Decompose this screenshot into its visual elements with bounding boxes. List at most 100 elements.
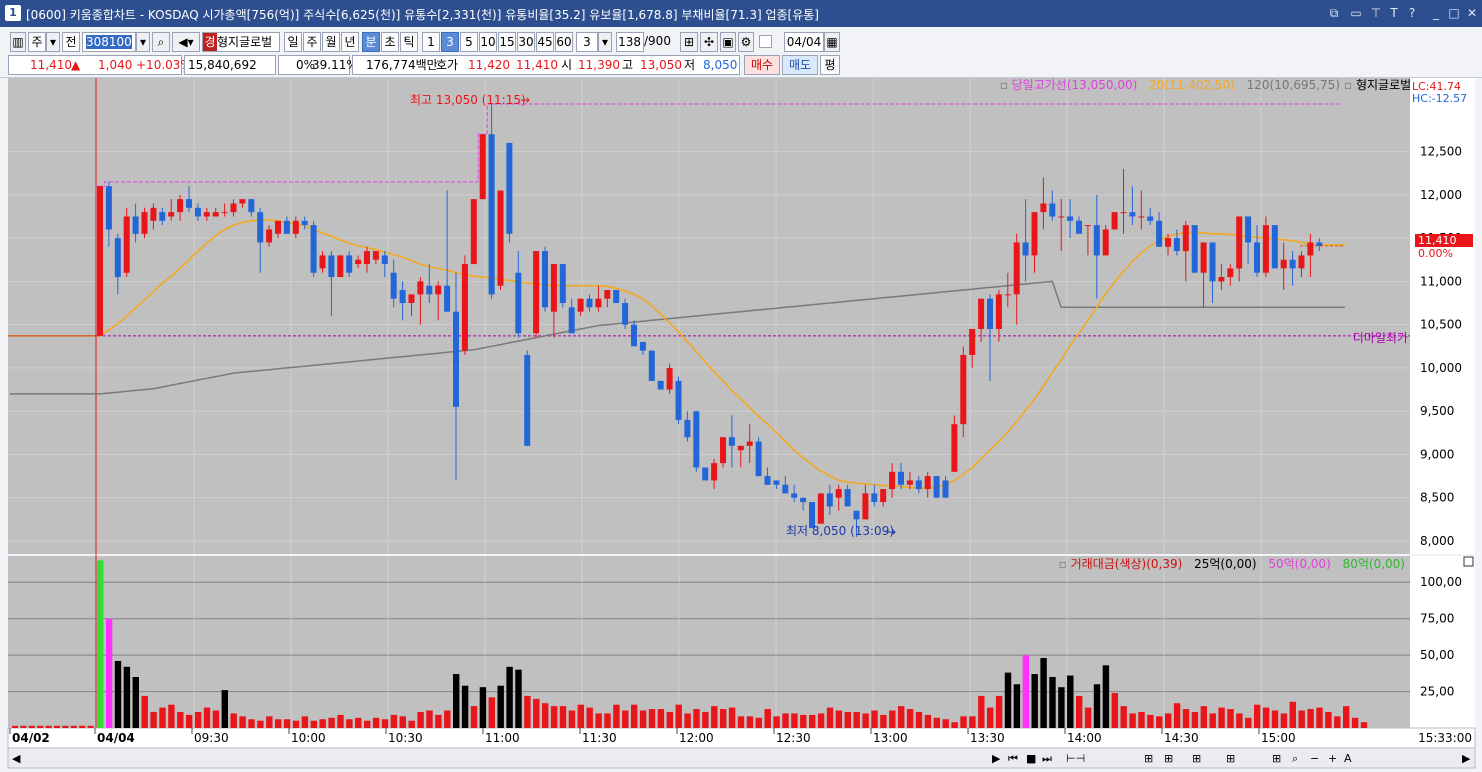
volume-bar [898, 706, 905, 728]
candle-body [1254, 242, 1260, 273]
chart-type-icon[interactable]: ⊞ [680, 32, 698, 52]
volume-bar [45, 725, 52, 728]
first-page-icon[interactable]: ⏮ [1008, 752, 1018, 765]
sell-button[interactable]: 매도 [782, 55, 818, 75]
copy-icon[interactable]: ▭ [1348, 5, 1364, 21]
buy-button[interactable]: 매수 [744, 55, 780, 75]
layout-3-icon[interactable]: ⊞ [1192, 752, 1201, 765]
date-checkbox[interactable] [759, 35, 772, 48]
candle-body [301, 220, 308, 226]
tab-second[interactable]: 초 [381, 32, 399, 52]
zoom-in-icon[interactable]: + [1328, 752, 1337, 765]
layout-1-icon[interactable]: ⊞ [1144, 752, 1153, 765]
tab-month[interactable]: 월 [322, 32, 340, 52]
volume-bar [871, 710, 878, 728]
period-button[interactable]: 주 [28, 32, 46, 52]
tab-tick[interactable]: 틱 [400, 32, 418, 52]
stock-name-field[interactable]: 경형지글로벌 [202, 32, 280, 52]
eval-button[interactable]: 평 [820, 55, 840, 75]
volume-bar [622, 710, 629, 728]
candle-body [444, 285, 451, 312]
t-icon[interactable]: T [1386, 5, 1402, 21]
help-icon[interactable]: ? [1404, 5, 1420, 21]
chart-area[interactable]: 12,50012,00011,50011,00010,50010,0009,50… [0, 78, 1482, 772]
layout-4-icon[interactable]: ⊞ [1226, 752, 1235, 765]
panel-icon[interactable]: ▥ [10, 32, 26, 52]
interval-45[interactable]: 45 [536, 32, 554, 52]
code-dropdown-icon[interactable]: ▾ [136, 32, 150, 52]
time-tick-label: 13:00 [873, 731, 908, 745]
candle-body [942, 480, 949, 498]
layout-2-icon[interactable]: ⊞ [1164, 752, 1173, 765]
save-icon[interactable]: ▣ [720, 32, 736, 52]
sound-icon[interactable]: ◀▾ [172, 32, 200, 52]
zoom-out-icon[interactable]: − [1310, 752, 1319, 765]
minimize-icon[interactable]: _ [1428, 5, 1444, 21]
period-dropdown-icon[interactable]: ▾ [46, 32, 60, 52]
candle-body [381, 255, 388, 265]
tab-year[interactable]: 년 [341, 32, 359, 52]
maximize-icon[interactable]: □ [1446, 5, 1462, 21]
volume-bar [97, 560, 104, 728]
candle-body [97, 186, 103, 336]
candle-body [1316, 242, 1323, 246]
panel-close-icon[interactable] [1463, 556, 1474, 567]
next-page-icon[interactable]: ⏭ [1042, 752, 1052, 765]
candle-body [266, 229, 273, 243]
count-input[interactable]: 138 [616, 32, 644, 52]
interval-5[interactable]: 5 [460, 32, 478, 52]
tab-week[interactable]: 주 [303, 32, 321, 52]
legend-25: 25억(0,00) [1194, 557, 1256, 571]
legend-square-icon: ▫ [1000, 78, 1012, 92]
scroll-end-icon[interactable]: ▶ [1462, 752, 1471, 765]
stop-icon[interactable]: ■ [1026, 752, 1036, 765]
interval-1[interactable]: 1 [422, 32, 440, 52]
candle-body [479, 134, 486, 200]
volume-bar [417, 711, 424, 728]
candle-body [631, 324, 637, 347]
volume-bar [862, 713, 869, 728]
interval-15[interactable]: 15 [498, 32, 516, 52]
candle-body [203, 212, 210, 217]
volume-bar [737, 716, 745, 728]
text-tool-icon[interactable]: A [1344, 752, 1352, 765]
volume-bar [1254, 704, 1261, 728]
interval-30[interactable]: 30 [517, 32, 535, 52]
layout-5-icon[interactable]: ⊞ [1272, 752, 1281, 765]
interval-dropdown-icon[interactable]: ▾ [598, 32, 612, 52]
candle-body [328, 255, 335, 278]
zoom-icon[interactable]: ⌕ [1292, 752, 1298, 765]
interval-select[interactable]: 3 [576, 32, 598, 52]
search-icon[interactable]: ⌕ [152, 32, 170, 52]
crosshair-icon[interactable]: ✣ [700, 32, 718, 52]
gear-icon[interactable]: ⚙ [738, 32, 754, 52]
candle-body [826, 493, 833, 507]
range-slider-icon[interactable]: ⊢⊣ [1066, 752, 1085, 765]
volume-bar [791, 713, 798, 728]
candle-body [782, 484, 789, 494]
candle-body [559, 264, 566, 304]
pin-icon[interactable]: ⊤ [1368, 5, 1384, 21]
link-icon[interactable]: ⧉ [1326, 5, 1342, 21]
candle-body [1262, 225, 1269, 273]
all-button[interactable]: 전 [62, 32, 80, 52]
candle-body [239, 199, 246, 204]
candle-body [168, 212, 175, 217]
tab-day[interactable]: 일 [284, 32, 302, 52]
scroll-right-icon[interactable]: ▶ [992, 752, 1001, 765]
scrollbar[interactable] [7, 747, 1476, 769]
interval-3[interactable]: 3 [441, 32, 459, 52]
candle-body [711, 463, 718, 481]
interval-10[interactable]: 10 [479, 32, 497, 52]
date-input[interactable]: 04/04 [784, 32, 824, 52]
interval-60[interactable]: 60 [555, 32, 573, 52]
volume-bar [666, 711, 673, 728]
calendar-icon[interactable]: ▦ [824, 32, 840, 52]
tab-minute[interactable]: 분 [362, 32, 380, 52]
volume-bar [684, 713, 691, 728]
scroll-left-icon[interactable]: ◀ [12, 752, 21, 765]
volume-bar [1013, 684, 1021, 728]
code-input[interactable]: 308100 [82, 32, 136, 52]
volume-bar [453, 674, 460, 728]
close-icon[interactable]: ✕ [1464, 5, 1480, 21]
